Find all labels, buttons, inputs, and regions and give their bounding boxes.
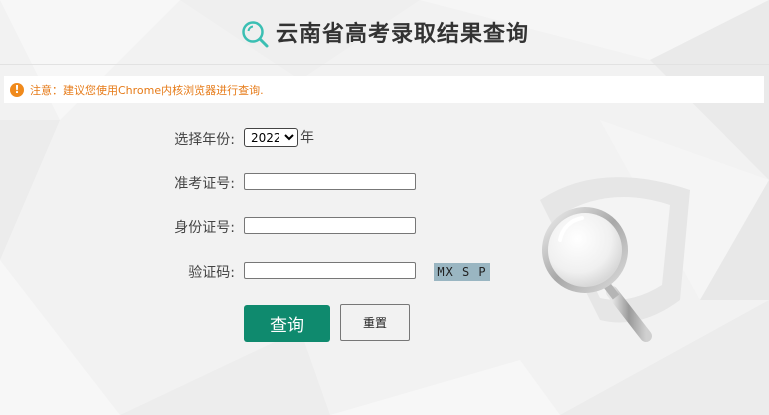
year-row: 选择年份: xyxy=(0,127,235,149)
exam-number-label: 准考证号: xyxy=(174,176,235,192)
id-number-label: 身份证号: xyxy=(174,220,235,236)
captcha-row: 验证码: xyxy=(0,260,235,282)
id-number-input[interactable] xyxy=(244,217,416,234)
exam-number-input[interactable] xyxy=(244,173,416,190)
reset-button[interactable]: 重置 xyxy=(340,304,410,341)
year-select[interactable]: 2022 xyxy=(244,128,298,147)
id-number-row: 身份证号: xyxy=(0,215,235,237)
search-icon xyxy=(242,21,269,48)
notice-bar: ! 注意：建议您使用Chrome内核浏览器进行查询. xyxy=(4,76,764,103)
notice-text: 注意：建议您使用Chrome内核浏览器进行查询. xyxy=(30,83,264,97)
year-suffix: 年 xyxy=(300,130,314,146)
exam-number-row: 准考证号: xyxy=(0,171,235,193)
page-header: 云南省高考录取结果查询 xyxy=(0,0,769,65)
query-button[interactable]: 查询 xyxy=(244,305,330,342)
captcha-label: 验证码: xyxy=(188,265,235,281)
page-title: 云南省高考录取结果查询 xyxy=(275,22,529,47)
captcha-image[interactable]: MX S P xyxy=(434,263,490,281)
year-label: 选择年份: xyxy=(174,132,235,148)
captcha-input[interactable] xyxy=(244,262,416,279)
exclamation-icon: ! xyxy=(10,82,24,97)
magnifier-icon xyxy=(542,207,652,342)
